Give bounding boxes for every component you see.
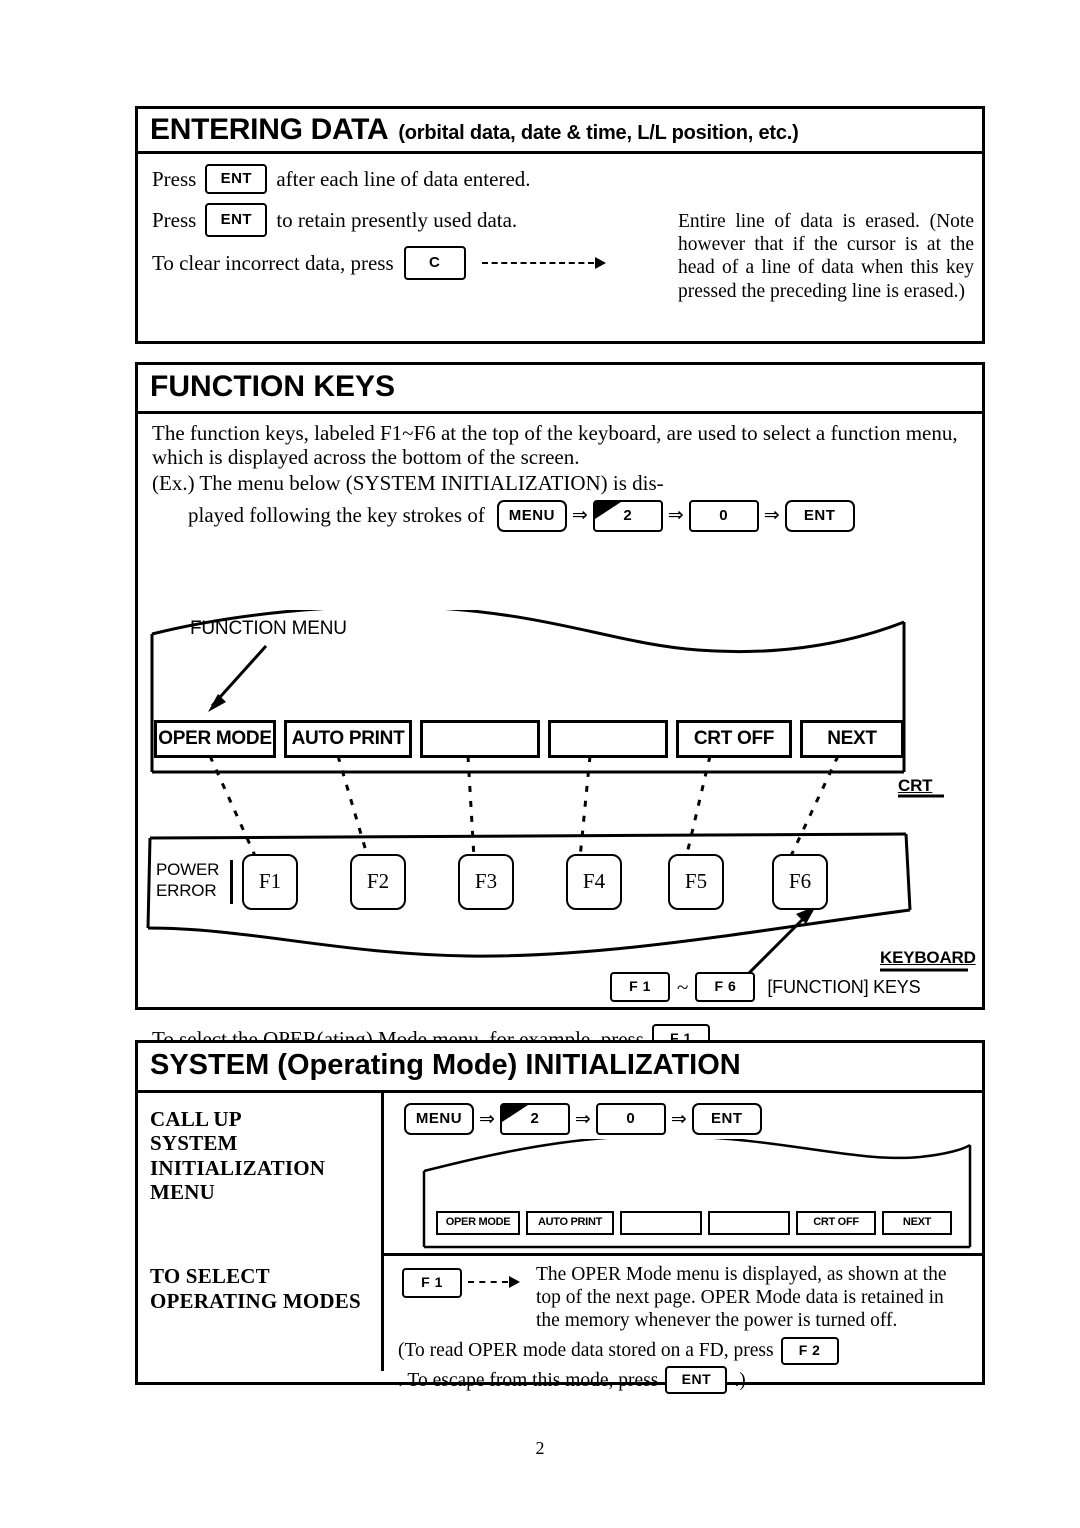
entering-data-note: Entire line of data is erased. (Note how… <box>678 211 974 302</box>
function-keys-title: FUNCTION KEYS <box>150 370 396 403</box>
legend-tilde: ~ <box>677 974 689 999</box>
keystroke-sequence-label: played following the key strokes of <box>188 503 485 528</box>
si-key-2-shifted[interactable]: 2 <box>499 1103 570 1135</box>
mini-menu-cell-crt-off[interactable]: CRT OFF <box>796 1211 876 1235</box>
si-arrow-1-icon: ⇒ <box>479 1107 495 1130</box>
keyboard-label: KEYBOARD <box>880 948 976 967</box>
key-menu[interactable]: MENU <box>496 499 567 532</box>
arrow-2-icon: ⇒ <box>667 504 684 527</box>
system-init-grid: CALL UP SYSTEM INITIALIZATION MENU TO SE… <box>138 1093 982 1395</box>
function-keys-body: The function keys, labeled F1~F6 at the … <box>138 414 982 1054</box>
mini-crt-strokes <box>422 1139 972 1249</box>
power-error-labels: POWER ERROR <box>156 860 219 901</box>
callup-label-line-3: INITIALIZATION <box>150 1155 326 1180</box>
callup-label-line-4: MENU <box>150 1180 215 1205</box>
shift-corner-icon <box>594 501 621 519</box>
error-label: ERROR <box>156 880 217 900</box>
entering-data-body: Press ENT after each line of data entere… <box>138 154 982 344</box>
legend-text: [FUNCTION] KEYS <box>767 976 921 997</box>
crt-keyboard-diagram: FUNCTION MENU OPER MODE AUTO PRINT CRT O… <box>138 610 982 1040</box>
crt-label: CRT <box>898 776 933 795</box>
si-dashed-arrow-icon <box>468 1276 520 1288</box>
system-init-header: SYSTEM (Operating Mode) INITIALIZATION <box>138 1043 982 1093</box>
si-select-text: The OPER Mode menu is displayed, as show… <box>536 1264 947 1331</box>
si-note-suffix: .) <box>734 1369 746 1391</box>
function-keys-paragraph-1: The function keys, labeled F1~F6 at the … <box>152 421 958 469</box>
si-arrow-3-icon: ⇒ <box>670 1107 687 1130</box>
entering-data-title: ENTERING DATA <box>150 113 389 146</box>
line2-prefix: Press <box>152 207 197 232</box>
fkey-f4[interactable]: F4 <box>566 854 622 910</box>
line3-prefix: To clear incorrect data, press <box>152 250 394 275</box>
entering-data-section: ENTERING DATA (orbital data, date & time… <box>135 106 985 344</box>
system-init-title: SYSTEM (Operating Mode) INITIALIZATION <box>150 1049 741 1081</box>
fkey-f5[interactable]: F5 <box>668 854 724 910</box>
si-key-0[interactable]: 0 <box>595 1103 666 1135</box>
function-menu-callout: FUNCTION MENU <box>190 618 347 639</box>
key-2-shifted[interactable]: 2 <box>592 499 663 532</box>
to-select-label-line-1: TO SELECT <box>150 1264 270 1289</box>
arrow-1-icon: ⇒ <box>571 504 588 527</box>
mini-menu-cell-next[interactable]: NEXT <box>882 1211 952 1235</box>
system-initialization-section: SYSTEM (Operating Mode) INITIALIZATION C… <box>135 1040 985 1395</box>
ent-key-2[interactable]: ENT <box>205 203 268 237</box>
line2-suffix: to retain presently used data. <box>276 207 518 232</box>
menu-cell-auto-print[interactable]: AUTO PRINT <box>284 720 412 758</box>
si-note: (To read OPER mode data stored on a FD, … <box>396 1336 982 1395</box>
menu-cell-crt-off[interactable]: CRT OFF <box>676 720 792 758</box>
si-note-key-ent[interactable]: ENT <box>665 1366 728 1395</box>
entering-data-line-1: Press ENT after each line of data entere… <box>152 164 982 194</box>
ent-key-1[interactable]: ENT <box>205 164 268 194</box>
fkey-f1[interactable]: F1 <box>242 854 298 910</box>
menu-cell-blank-2[interactable] <box>548 720 668 758</box>
mini-crt-diagram: OPER MODE AUTO PRINT CRT OFF NEXT <box>384 1135 982 1253</box>
clear-key[interactable]: C <box>403 246 466 280</box>
entering-data-subtitle: (orbital data, date & time, L/L position… <box>398 122 799 144</box>
page-number: 2 <box>535 1438 545 1458</box>
to-select-label-line-2: OPERATING MODES <box>150 1288 361 1313</box>
si-select-key-f1[interactable]: F 1 <box>402 1268 462 1298</box>
function-keys-legend: F 1 ~ F 6 [FUNCTION] KEYS <box>610 972 921 1002</box>
mini-menu-cell-auto-print[interactable]: AUTO PRINT <box>526 1211 614 1235</box>
function-keys-header: FUNCTION KEYS <box>138 365 982 414</box>
menu-cell-blank-1[interactable] <box>420 720 540 758</box>
system-init-keystroke-row: MENU ⇒ 2 ⇒ 0 ⇒ ENT <box>384 1093 982 1135</box>
menu-cell-next[interactable]: NEXT <box>800 720 904 758</box>
dashed-arrow-icon <box>481 257 606 269</box>
select-row-inner: F 1 The OPER Mode menu is displayed, as … <box>396 1264 982 1332</box>
si-note-key-f2[interactable]: F 2 <box>780 1337 839 1366</box>
fkey-f2[interactable]: F2 <box>350 854 406 910</box>
line1-prefix: Press <box>152 166 197 191</box>
mini-menu-cell-oper-mode[interactable]: OPER MODE <box>436 1211 520 1235</box>
si-arrow-2-icon: ⇒ <box>574 1107 591 1130</box>
system-init-body: CALL UP SYSTEM INITIALIZATION MENU TO SE… <box>138 1093 982 1395</box>
system-init-select-row: F 1 The OPER Mode menu is displayed, as … <box>384 1256 982 1395</box>
mini-menu-cell-blank-1[interactable] <box>620 1211 702 1235</box>
legend-key-f1[interactable]: F 1 <box>610 972 670 1002</box>
legend-key-f6[interactable]: F 6 <box>695 972 756 1002</box>
arrow-3-icon: ⇒ <box>763 504 780 527</box>
function-keys-paragraph-2: (Ex.) The menu below (SYSTEM INITIALIZAT… <box>152 470 664 495</box>
si-key-menu[interactable]: MENU <box>404 1103 474 1135</box>
system-init-left-column: CALL UP SYSTEM INITIALIZATION MENU TO SE… <box>138 1093 384 1371</box>
callup-label-line-1: CALL UP <box>150 1107 242 1131</box>
si-note-prefix: (To read OPER mode data stored on a FD, … <box>398 1340 774 1362</box>
fkey-f6[interactable]: F6 <box>772 854 828 910</box>
key-ent[interactable]: ENT <box>784 499 855 532</box>
keystroke-sequence-row: played following the key strokes of MENU… <box>138 499 982 532</box>
entering-data-header: ENTERING DATA (orbital data, date & time… <box>138 109 982 154</box>
key-0[interactable]: 0 <box>688 499 759 532</box>
callup-label-line-2: SYSTEM <box>150 1131 238 1156</box>
si-note-middle: . To escape from this mode, press <box>398 1369 659 1391</box>
mini-menu-cell-blank-2[interactable] <box>708 1211 790 1235</box>
led-divider <box>230 860 233 904</box>
function-keys-section: FUNCTION KEYS The function keys, labeled… <box>135 362 985 1054</box>
menu-cell-oper-mode[interactable]: OPER MODE <box>154 720 276 758</box>
si-key-ent[interactable]: ENT <box>691 1103 762 1135</box>
system-init-right-column: MENU ⇒ 2 ⇒ 0 ⇒ ENT OPER MODE AUTO PRINT … <box>384 1093 982 1395</box>
si-shift-corner-icon <box>501 1105 528 1122</box>
line1-suffix: after each line of data entered. <box>276 166 531 191</box>
power-label: POWER <box>156 860 220 879</box>
fkey-f3[interactable]: F3 <box>458 854 514 910</box>
